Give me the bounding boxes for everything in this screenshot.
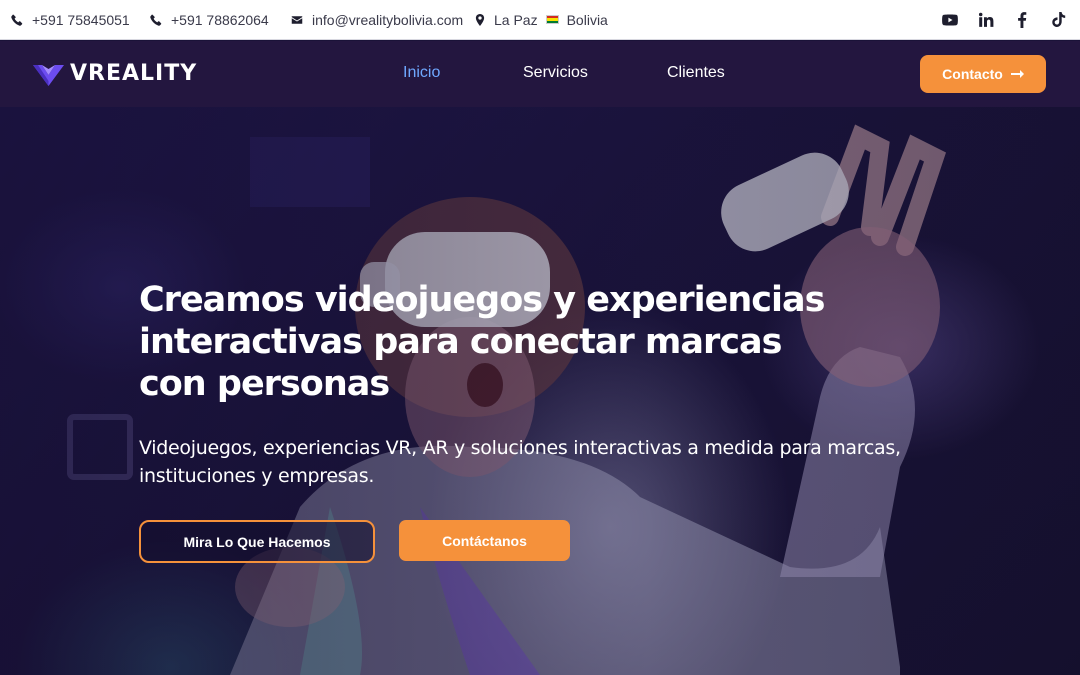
hero-section: Creamos videojuegos y experiencias inter… (0, 107, 1080, 675)
contacto-button[interactable]: Contacto (920, 55, 1046, 93)
phone-number-1: +591 75845051 (32, 11, 130, 28)
contacto-button-label: Contacto (942, 66, 1003, 82)
location-city: La Paz (494, 11, 538, 28)
facebook-icon (1017, 12, 1026, 28)
arrow-right-icon (1010, 70, 1024, 78)
phone-icon (11, 14, 23, 26)
linkedin-icon (978, 12, 993, 27)
phone-link-1[interactable]: +591 75845051 (11, 12, 130, 28)
social-links (941, 10, 1066, 30)
vreality-logo-icon (33, 64, 64, 86)
youtube-icon (941, 14, 958, 26)
nav-link-servicios[interactable]: Servicios (523, 64, 588, 82)
location-country: Bolivia (566, 11, 608, 28)
location: La Paz Bolivia (474, 12, 608, 28)
email-link[interactable]: info@vrealitybolivia.com (291, 12, 463, 28)
email-address: info@vrealitybolivia.com (312, 11, 464, 28)
map-pin-icon (475, 13, 485, 26)
phone-icon (150, 14, 162, 26)
top-info-bar: +591 75845051 +591 78862064 info@vrealit… (0, 0, 1080, 40)
hero-title: Creamos videojuegos y experiencias inter… (139, 280, 825, 404)
envelope-icon (291, 15, 303, 24)
logo-text: VREALITY (70, 61, 198, 86)
mira-lo-que-hacemos-button[interactable]: Mira Lo Que Hacemos (139, 520, 375, 563)
youtube-link[interactable] (941, 10, 958, 30)
hero-subtitle: Videojuegos, experiencias VR, AR y soluc… (139, 437, 901, 487)
tiktok-icon (1051, 12, 1065, 28)
tiktok-link[interactable] (1049, 10, 1066, 30)
bolivia-flag-icon (545, 15, 559, 24)
facebook-link[interactable] (1013, 10, 1030, 30)
nav-link-inicio[interactable]: Inicio (403, 64, 440, 82)
main-navbar: VREALITY Inicio Servicios Clientes Conta… (0, 41, 1080, 107)
phone-link-2[interactable]: +591 78862064 (150, 12, 269, 28)
linkedin-link[interactable] (977, 10, 994, 30)
nav-link-clientes[interactable]: Clientes (667, 64, 725, 82)
contactanos-button[interactable]: Contáctanos (399, 520, 570, 561)
logo[interactable]: VREALITY (33, 61, 197, 86)
phone-number-2: +591 78862064 (171, 11, 269, 28)
